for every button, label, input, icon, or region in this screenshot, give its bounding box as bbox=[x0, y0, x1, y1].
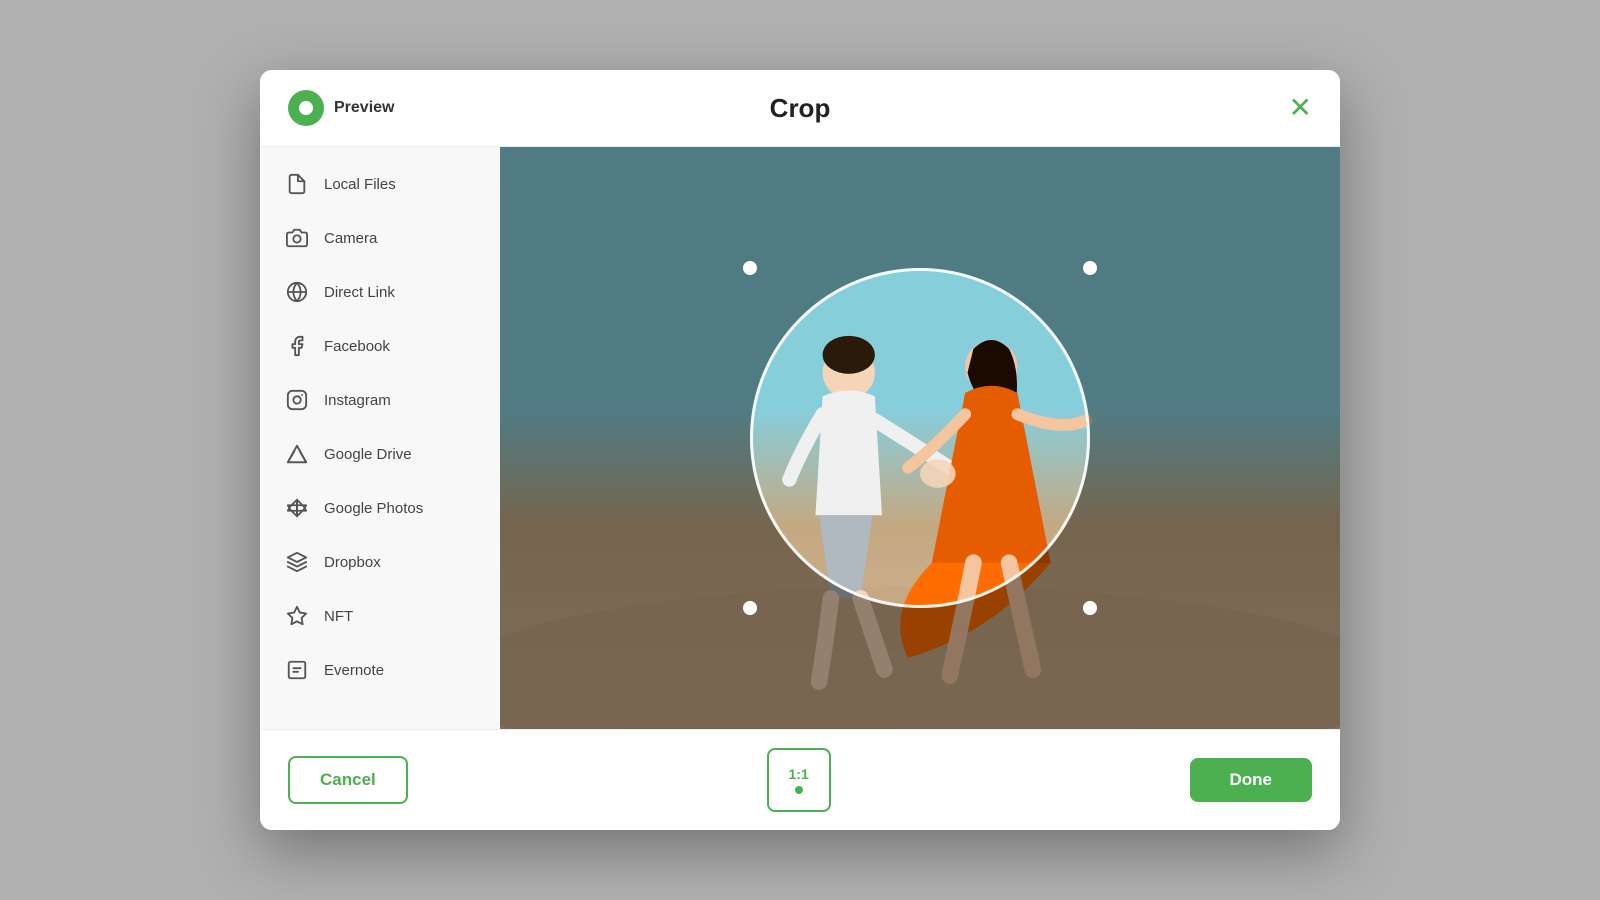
photos-icon bbox=[284, 495, 310, 521]
dropbox-icon bbox=[284, 549, 310, 575]
preview-icon bbox=[288, 90, 324, 126]
nft-icon bbox=[284, 603, 310, 629]
sidebar-item-nft[interactable]: NFT bbox=[260, 589, 500, 643]
file-icon bbox=[284, 171, 310, 197]
sidebar-item-label: Instagram bbox=[324, 392, 391, 409]
sidebar-item-direct-link[interactable]: Direct Link bbox=[260, 265, 500, 319]
sidebar-item-label: Google Photos bbox=[324, 500, 423, 517]
sidebar-item-google-drive[interactable]: Google Drive bbox=[260, 427, 500, 481]
sidebar-item-label: Direct Link bbox=[324, 284, 395, 301]
sidebar: Local Files Camera bbox=[260, 147, 500, 729]
sidebar-item-label: Camera bbox=[324, 230, 377, 247]
link-icon bbox=[284, 279, 310, 305]
crop-handle-top-right[interactable] bbox=[1083, 261, 1097, 275]
drive-icon bbox=[284, 441, 310, 467]
preview-label: Preview bbox=[334, 99, 394, 117]
modal-body: Local Files Camera bbox=[260, 147, 1340, 729]
sidebar-item-facebook[interactable]: Facebook bbox=[260, 319, 500, 373]
sidebar-item-label: Local Files bbox=[324, 176, 396, 193]
sidebar-item-instagram[interactable]: Instagram bbox=[260, 373, 500, 427]
crop-modal: Preview Crop ✕ Local Files bbox=[260, 70, 1340, 830]
sidebar-item-local-files[interactable]: Local Files bbox=[260, 157, 500, 211]
modal-header: Preview Crop ✕ bbox=[260, 70, 1340, 147]
evernote-icon bbox=[284, 657, 310, 683]
sidebar-item-label: Facebook bbox=[324, 338, 390, 355]
sidebar-item-google-photos[interactable]: Google Photos bbox=[260, 481, 500, 535]
done-button[interactable]: Done bbox=[1190, 758, 1313, 802]
image-container[interactable] bbox=[500, 147, 1340, 729]
sidebar-item-label: NFT bbox=[324, 608, 353, 625]
crop-handle-top-left[interactable] bbox=[743, 261, 757, 275]
crop-handle-bottom-right[interactable] bbox=[1083, 601, 1097, 615]
sidebar-item-label: Dropbox bbox=[324, 554, 381, 571]
modal-title: Crop bbox=[770, 93, 831, 124]
crop-handle-bottom-left[interactable] bbox=[743, 601, 757, 615]
ratio-indicator bbox=[795, 786, 803, 794]
ratio-label: 1:1 bbox=[789, 766, 809, 782]
ratio-button[interactable]: 1:1 bbox=[767, 748, 831, 812]
modal-footer: Cancel 1:1 Done bbox=[260, 729, 1340, 830]
sidebar-item-camera[interactable]: Camera bbox=[260, 211, 500, 265]
sidebar-item-evernote[interactable]: Evernote bbox=[260, 643, 500, 697]
preview-section: Preview bbox=[288, 90, 394, 126]
sidebar-item-label: Google Drive bbox=[324, 446, 412, 463]
sidebar-item-dropbox[interactable]: Dropbox bbox=[260, 535, 500, 589]
crop-circle[interactable] bbox=[750, 268, 1090, 608]
facebook-icon bbox=[284, 333, 310, 359]
sidebar-item-label: Evernote bbox=[324, 662, 384, 679]
crop-image-area bbox=[500, 147, 1340, 729]
close-button[interactable]: ✕ bbox=[1289, 94, 1312, 122]
cancel-button[interactable]: Cancel bbox=[288, 756, 408, 804]
camera-icon bbox=[284, 225, 310, 251]
instagram-icon bbox=[284, 387, 310, 413]
